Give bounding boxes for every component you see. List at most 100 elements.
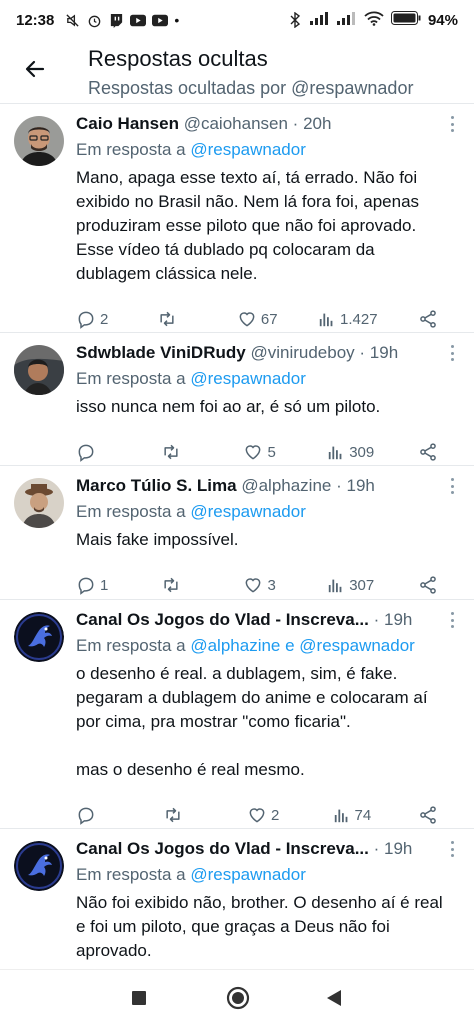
views-button[interactable]: 307: [327, 576, 374, 594]
hidden-replies-feed: Caio Hansen @caiohansen · 20h Em respost…: [0, 104, 474, 969]
avatar[interactable]: [14, 478, 64, 528]
page-header: Respostas ocultas Respostas ocultadas po…: [0, 40, 474, 104]
share-button[interactable]: [418, 442, 438, 462]
retweet-button[interactable]: [160, 442, 200, 462]
alarm-icon: [86, 12, 102, 28]
retweet-icon: [164, 577, 178, 593]
analytics-icon: [334, 809, 347, 823]
more-options-icon[interactable]: [444, 839, 460, 859]
author-name[interactable]: Canal Os Jogos do Vlad - Inscreva...: [76, 610, 369, 629]
share-button[interactable]: [418, 575, 438, 595]
reply-icon: [78, 577, 94, 595]
tweet[interactable]: Sdwblade ViniDRudy @vinirudeboy · 19h Em…: [0, 333, 474, 466]
tweet-text: Mais fake impossível.: [76, 530, 239, 549]
heart-icon: [239, 312, 255, 327]
share-icon: [420, 310, 436, 328]
reply-context: Em resposta a @respawnador: [76, 502, 306, 521]
arrow-left-icon: [25, 60, 45, 78]
notification-icons: •: [64, 12, 179, 28]
page-title: Respostas ocultas: [88, 46, 268, 71]
tweet-text: o desenho é real. a dublagem, sim, é fak…: [76, 664, 428, 779]
more-options-icon[interactable]: [444, 114, 460, 134]
mention-link[interactable]: @respawnador: [190, 502, 306, 521]
retweet-button[interactable]: [162, 805, 202, 825]
triangle-back-icon: [327, 990, 341, 1006]
share-button[interactable]: [418, 805, 438, 825]
avatar[interactable]: [14, 345, 64, 395]
avatar[interactable]: [14, 116, 64, 166]
like-count: 2: [271, 806, 280, 824]
retweet-button[interactable]: [160, 575, 200, 595]
tweet[interactable]: Marco Túlio S. Lima @alphazine · 19h Em …: [0, 466, 474, 600]
author-name[interactable]: Marco Túlio S. Lima: [76, 476, 237, 495]
mention-link[interactable]: @alphazine e @respawnador: [190, 636, 414, 655]
heart-icon: [249, 808, 265, 823]
reply-context: Em resposta a @respawnador: [76, 140, 306, 159]
avatar[interactable]: [14, 841, 64, 891]
tweet-text: Não foi exibido não, brother. O desenho …: [76, 893, 443, 960]
mention-link[interactable]: @respawnador: [190, 140, 306, 159]
more-options-icon[interactable]: [444, 343, 460, 363]
like-count: 5: [267, 443, 276, 461]
mute-icon: [64, 12, 80, 28]
status-bar: 12:38 • 94%: [0, 0, 474, 40]
heart-icon: [246, 445, 261, 460]
youtube-icon: [152, 12, 169, 28]
view-count: 307: [349, 576, 375, 594]
author-name[interactable]: Caio Hansen: [76, 114, 179, 133]
views-button[interactable]: 309: [327, 443, 374, 461]
twitch-icon: [108, 12, 124, 28]
avatar[interactable]: [14, 612, 64, 662]
reply-count: 1: [100, 576, 109, 594]
share-button[interactable]: [418, 309, 438, 329]
mention-link[interactable]: @respawnador: [190, 865, 306, 884]
tweet[interactable]: Canal Os Jogos do Vlad - Inscreva... · 1…: [0, 829, 474, 969]
reply-button[interactable]: [76, 442, 116, 462]
recents-button[interactable]: [131, 990, 147, 1011]
tweet-text: Mano, apaga esse texto aí, tá errado. Nã…: [76, 168, 420, 283]
reply-count: 2: [100, 310, 109, 328]
like-button[interactable]: 67: [237, 309, 278, 329]
like-button[interactable]: 2: [247, 805, 287, 825]
more-options-icon[interactable]: [444, 610, 460, 630]
author-handle[interactable]: @alphazine: [241, 476, 331, 495]
more-options-icon[interactable]: [444, 476, 460, 496]
back-button[interactable]: [20, 54, 50, 84]
author-name[interactable]: Sdwblade ViniDRudy: [76, 343, 246, 362]
reply-button[interactable]: 2: [76, 309, 116, 329]
heart-icon: [246, 578, 261, 593]
view-count: 1.427: [340, 310, 378, 328]
tweet[interactable]: Caio Hansen @caiohansen · 20h Em respost…: [0, 104, 474, 333]
share-icon: [420, 806, 436, 824]
like-button[interactable]: 5: [243, 442, 283, 462]
reply-icon: [78, 807, 94, 825]
views-button[interactable]: 1.427: [318, 310, 378, 328]
home-circle-icon: [226, 986, 250, 1010]
page-subtitle: Respostas ocultadas por @respawnador: [88, 78, 414, 98]
wifi-icon: [364, 11, 384, 30]
reply-button[interactable]: 1: [76, 575, 116, 595]
tweet-actions: 2 67 1.427: [76, 304, 444, 334]
tweet-time: 20h: [303, 114, 332, 133]
share-icon: [420, 576, 436, 594]
retweet-button[interactable]: [156, 309, 196, 329]
like-button[interactable]: 3: [243, 575, 283, 595]
retweet-icon: [165, 807, 180, 823]
reply-button[interactable]: [76, 805, 116, 825]
analytics-icon: [329, 579, 342, 593]
home-button[interactable]: [226, 986, 250, 1015]
tweet-text: isso nunca nem foi ao ar, é só um piloto…: [76, 397, 381, 416]
retweet-icon: [160, 311, 175, 327]
signal-icon: [336, 11, 357, 29]
analytics-icon: [319, 313, 333, 327]
more-notifications-icon: •: [174, 12, 180, 28]
tweet[interactable]: Canal Os Jogos do Vlad - Inscreva... · 1…: [0, 600, 474, 829]
reply-context: Em resposta a @alphazine e @respawnador: [76, 636, 415, 655]
author-handle[interactable]: @caiohansen: [184, 114, 288, 133]
author-handle[interactable]: @vinirudeboy: [250, 343, 354, 362]
mention-link[interactable]: @respawnador: [190, 369, 306, 388]
battery-icon: [390, 11, 421, 29]
author-name[interactable]: Canal Os Jogos do Vlad - Inscreva...: [76, 839, 369, 858]
views-button[interactable]: 74: [333, 806, 373, 824]
back-nav-button[interactable]: [326, 989, 342, 1012]
